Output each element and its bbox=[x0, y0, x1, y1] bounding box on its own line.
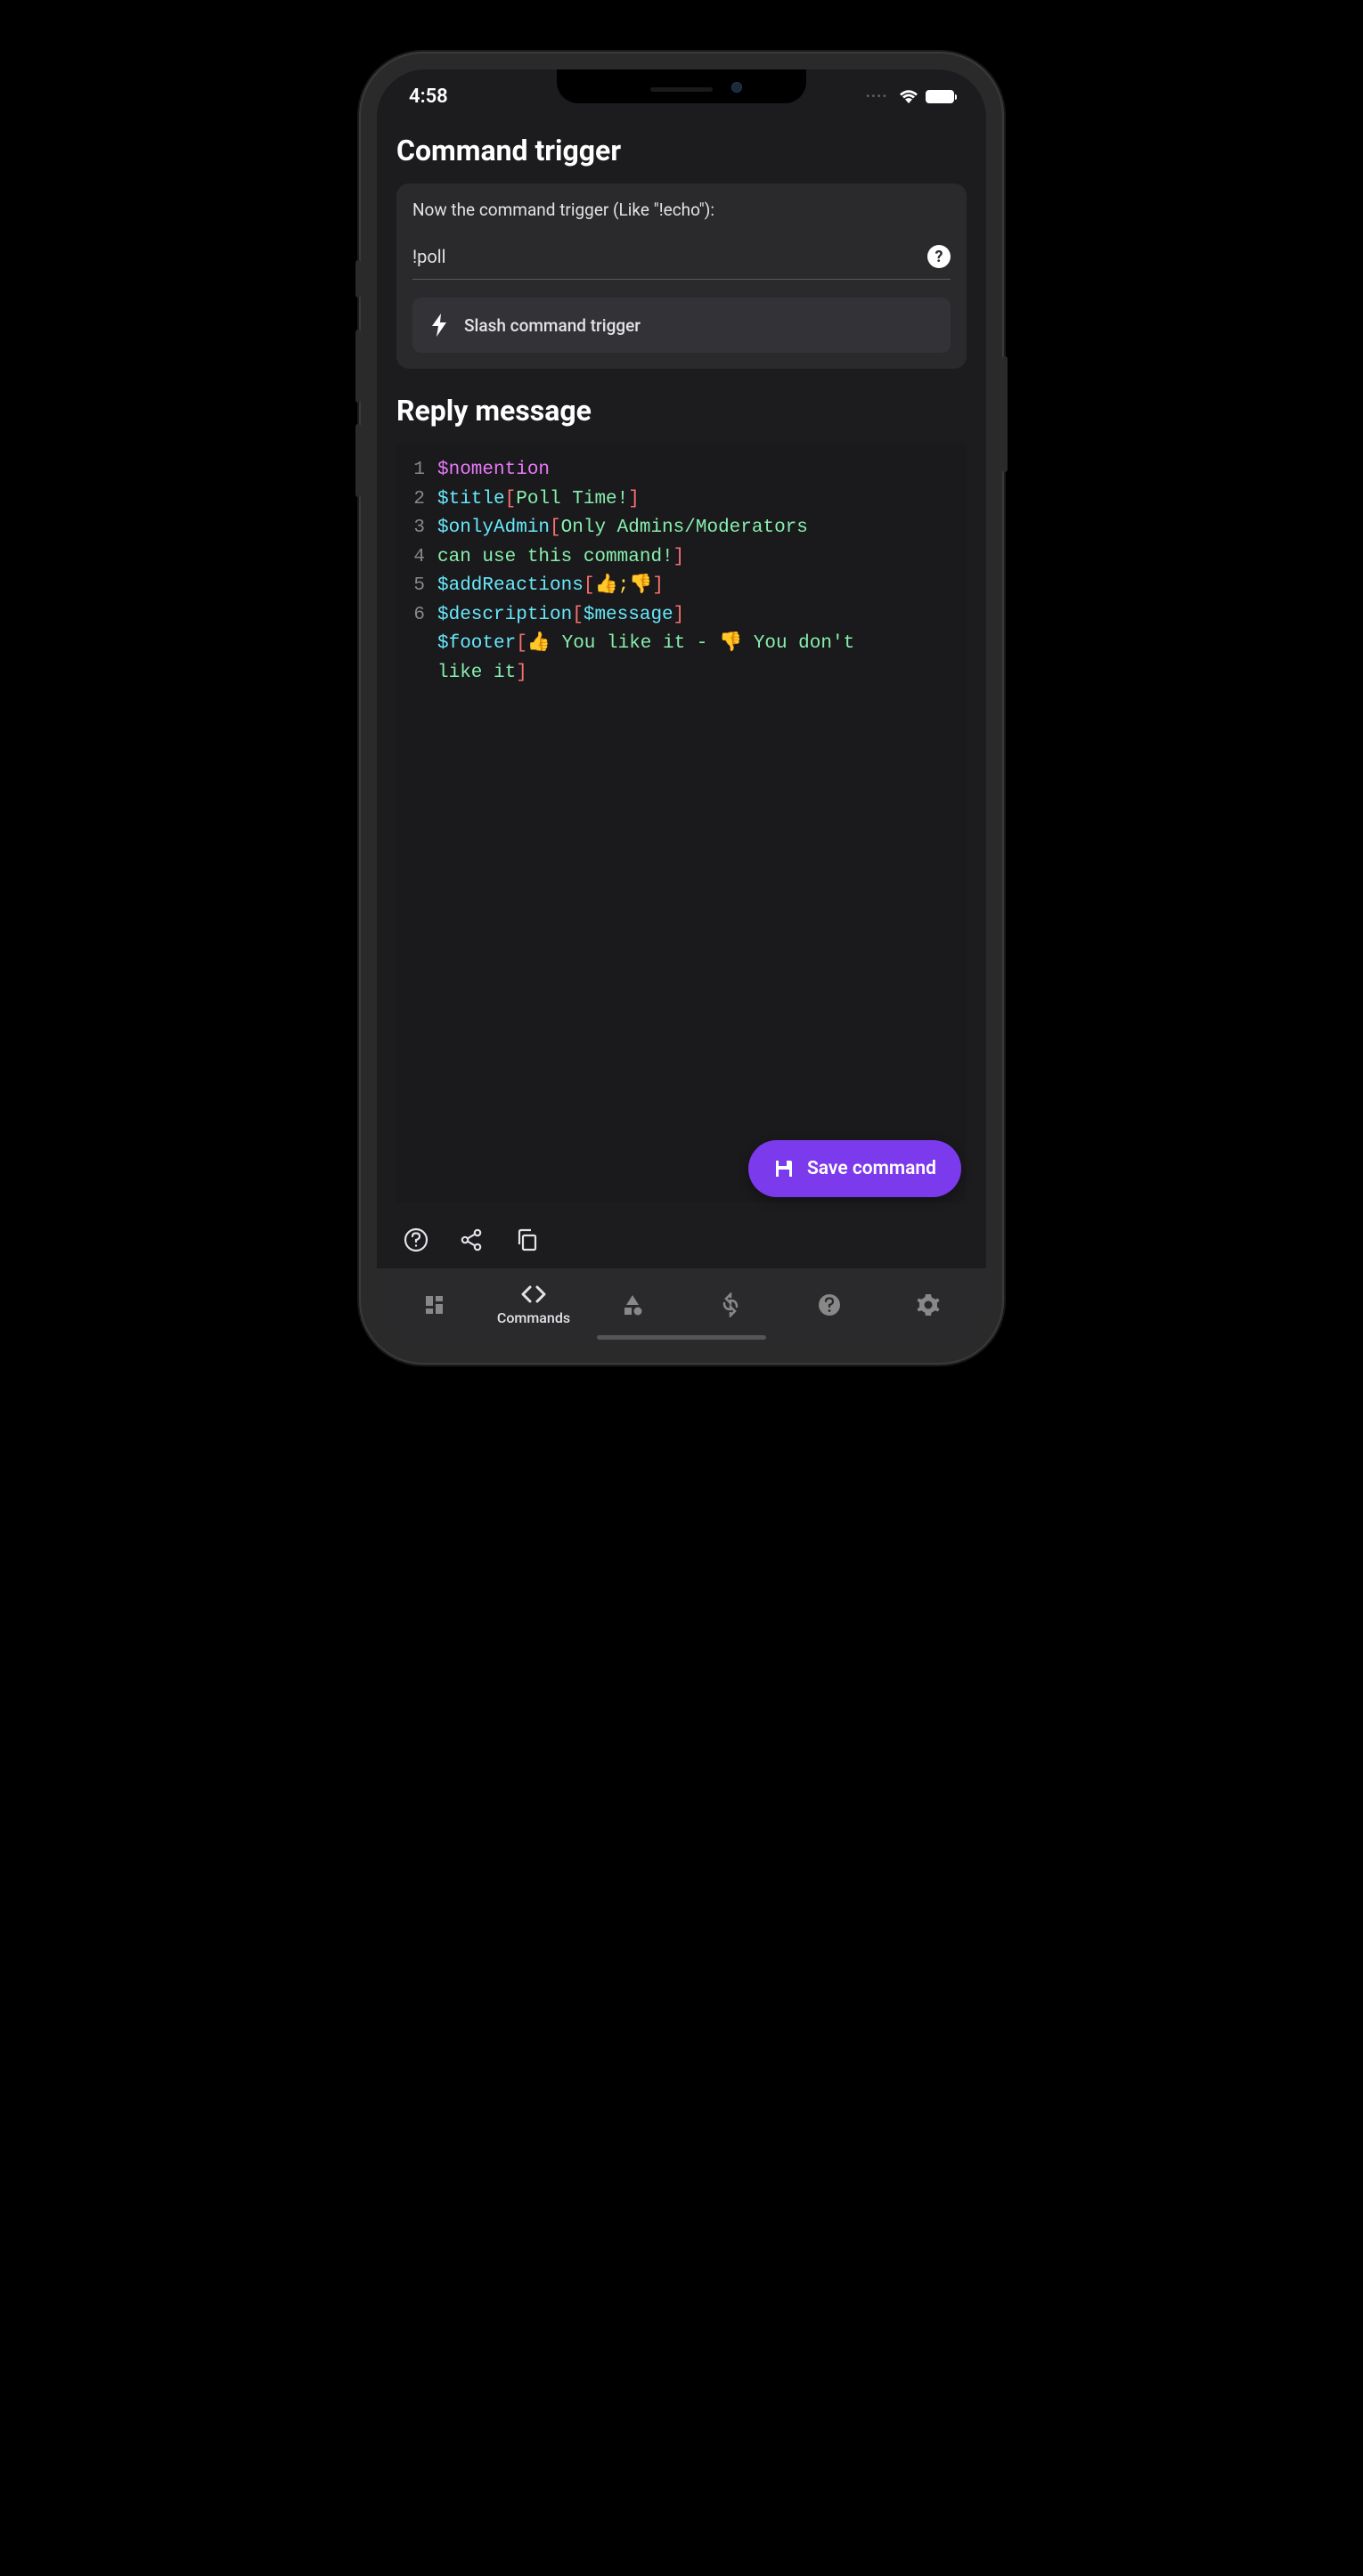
wifi-icon bbox=[899, 89, 918, 103]
nav-shapes[interactable] bbox=[592, 1292, 673, 1317]
reply-message-title: Reply message bbox=[396, 394, 967, 428]
share-button[interactable] bbox=[459, 1227, 484, 1252]
nav-sync[interactable] bbox=[690, 1292, 771, 1317]
trigger-card: Now the command trigger (Like "!echo"): … bbox=[396, 183, 967, 369]
trigger-input[interactable] bbox=[412, 246, 927, 267]
nav-dashboard[interactable] bbox=[395, 1292, 475, 1317]
slash-command-label: Slash command trigger bbox=[464, 315, 641, 336]
code-editor[interactable]: 1$nomention 2$title[Poll Time!] 3$onlyAd… bbox=[396, 444, 967, 1202]
nav-help[interactable] bbox=[789, 1292, 869, 1317]
nav-commands[interactable]: Commands bbox=[494, 1284, 574, 1326]
help-icon[interactable]: ? bbox=[927, 245, 951, 268]
dashboard-icon bbox=[422, 1292, 447, 1317]
nav-settings[interactable] bbox=[888, 1292, 968, 1317]
help-button[interactable] bbox=[404, 1227, 428, 1252]
copy-button[interactable] bbox=[514, 1227, 539, 1252]
code-icon bbox=[520, 1284, 547, 1306]
nav-commands-label: Commands bbox=[497, 1309, 570, 1326]
gear-icon bbox=[916, 1292, 941, 1317]
action-toolbar bbox=[377, 1217, 986, 1268]
save-icon bbox=[773, 1158, 795, 1179]
home-indicator[interactable] bbox=[597, 1335, 766, 1340]
save-command-button[interactable]: Save command bbox=[748, 1140, 961, 1197]
shapes-icon bbox=[620, 1292, 645, 1317]
lightning-icon bbox=[430, 314, 448, 337]
cellular-icon: •••• bbox=[866, 90, 888, 102]
status-time: 4:58 bbox=[409, 86, 448, 108]
command-trigger-title: Command trigger bbox=[396, 134, 967, 167]
trigger-label: Now the command trigger (Like "!echo"): bbox=[412, 200, 951, 220]
save-command-label: Save command bbox=[807, 1158, 936, 1179]
slash-command-button[interactable]: Slash command trigger bbox=[412, 298, 951, 353]
battery-icon bbox=[926, 90, 954, 103]
help-nav-icon bbox=[817, 1292, 842, 1317]
sync-icon bbox=[718, 1292, 743, 1317]
